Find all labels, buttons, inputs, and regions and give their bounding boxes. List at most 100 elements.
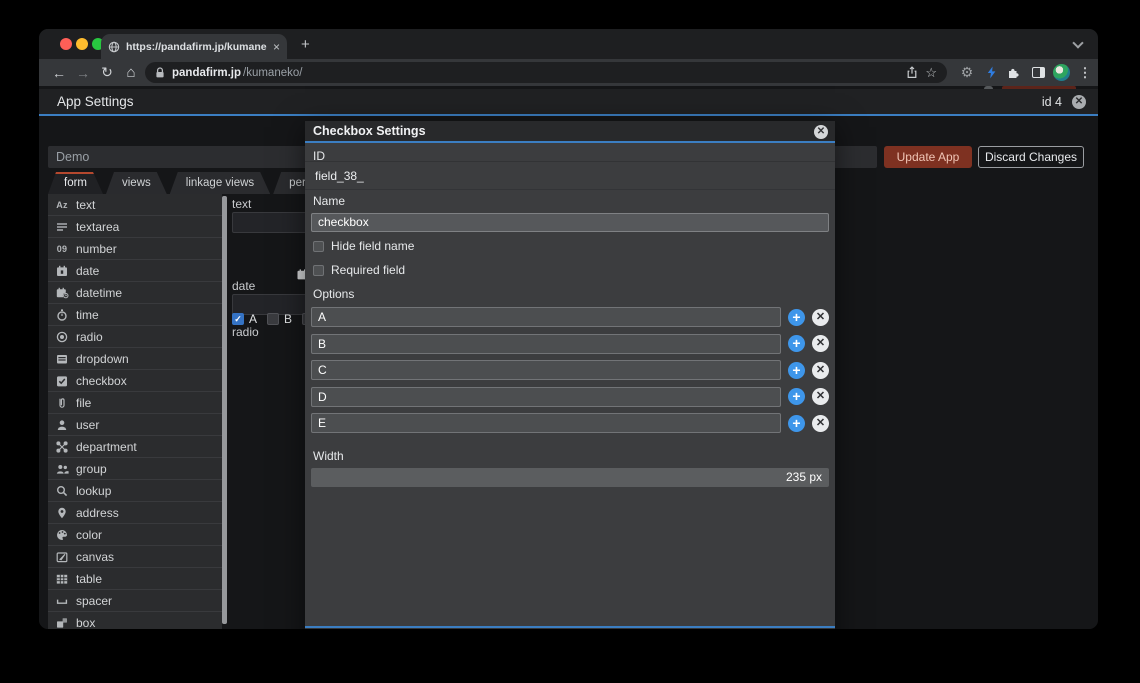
- add-option-button[interactable]: +: [788, 335, 805, 352]
- options-label: Options: [313, 287, 354, 301]
- new-tab-button[interactable]: +: [301, 36, 310, 53]
- preview-date-label: date: [232, 279, 255, 293]
- box-icon: [48, 617, 76, 629]
- checkbox-settings-modal: Checkbox Settings ✕ ID field_38_ Name ch…: [305, 121, 835, 629]
- preview-checkbox-A[interactable]: ✓A: [232, 312, 257, 326]
- modal-checkbox-hide-field-name[interactable]: Hide field name: [313, 239, 414, 253]
- menu-dots-icon[interactable]: ⋮: [1075, 62, 1095, 83]
- modal-checkbox-required-field[interactable]: Required field: [313, 263, 405, 277]
- sidebar-item-label: user: [76, 418, 99, 432]
- close-settings-icon[interactable]: ✕: [1072, 95, 1086, 109]
- back-icon[interactable]: ←: [47, 65, 71, 81]
- sidebar-item-number[interactable]: 09number: [48, 238, 222, 260]
- profile-avatar[interactable]: [1051, 62, 1071, 83]
- bolt-icon[interactable]: [981, 62, 1001, 83]
- cancel-button[interactable]: Cancel: [570, 628, 835, 629]
- gear-icon[interactable]: ⚙: [957, 62, 977, 83]
- reload-icon[interactable]: ↻: [95, 64, 119, 81]
- remove-option-button[interactable]: ✕: [812, 335, 829, 352]
- address-path: /kumaneko/: [243, 67, 302, 79]
- option-input[interactable]: E: [311, 413, 781, 433]
- sidebar-item-time[interactable]: time: [48, 304, 222, 326]
- sidebar-item-lookup[interactable]: lookup: [48, 480, 222, 502]
- discard-changes-button[interactable]: Discard Changes: [978, 146, 1084, 168]
- sidebar-scrollbar[interactable]: [222, 196, 227, 626]
- sidebar-item-department[interactable]: department: [48, 436, 222, 458]
- option-input[interactable]: A: [311, 307, 781, 327]
- preview-checkbox-B[interactable]: B: [267, 312, 292, 326]
- options-list: A + ✕ B + ✕ C + ✕ D + ✕ E + ✕: [311, 307, 829, 440]
- remove-option-button[interactable]: ✕: [812, 415, 829, 432]
- sidebar-item-label: canvas: [76, 550, 114, 564]
- forward-icon[interactable]: →: [71, 65, 95, 81]
- tab-title: https://pandafirm.jp/kumaneko: [126, 41, 267, 53]
- sidebar-item-label: checkbox: [76, 374, 127, 388]
- option-input[interactable]: D: [311, 387, 781, 407]
- sidebar-item-date[interactable]: date: [48, 260, 222, 282]
- page-header: App Settings id 4 ✕: [39, 89, 1098, 116]
- checked-checkbox-icon[interactable]: ✓: [232, 313, 244, 325]
- time-icon: [48, 309, 76, 321]
- unchecked-checkbox-icon[interactable]: [313, 241, 324, 252]
- tab-views[interactable]: views: [106, 172, 167, 194]
- sidebar-item-dropdown[interactable]: dropdown: [48, 348, 222, 370]
- traffic-light-minimize[interactable]: [76, 38, 88, 50]
- modal-title: Checkbox Settings: [313, 124, 426, 138]
- page-content: App Settings id 4 ✕ Demo Update App Disc…: [39, 86, 1098, 629]
- sidebar-item-file[interactable]: file: [48, 392, 222, 414]
- tab-form[interactable]: form: [48, 172, 103, 194]
- option-input[interactable]: C: [311, 360, 781, 380]
- add-option-button[interactable]: +: [788, 415, 805, 432]
- sidebar-item-table[interactable]: table: [48, 568, 222, 590]
- sidebar-item-label: spacer: [76, 594, 112, 608]
- scrollbar-thumb[interactable]: [222, 196, 227, 624]
- chevron-down-icon[interactable]: [1072, 37, 1083, 48]
- sidebar-item-color[interactable]: color: [48, 524, 222, 546]
- sidebar-item-label: datetime: [76, 286, 122, 300]
- sidebar-item-label: date: [76, 264, 99, 278]
- sidebar-item-datetime[interactable]: datetime: [48, 282, 222, 304]
- modal-close-icon[interactable]: ✕: [814, 125, 828, 139]
- home-icon[interactable]: ⌂: [119, 64, 143, 81]
- add-option-button[interactable]: +: [788, 388, 805, 405]
- update-app-button[interactable]: Update App: [884, 146, 972, 168]
- width-input[interactable]: 235 px: [311, 468, 829, 487]
- traffic-light-close[interactable]: [60, 38, 72, 50]
- sidebar-item-box[interactable]: box: [48, 612, 222, 629]
- browser-tab[interactable]: https://pandafirm.jp/kumaneko ×: [101, 34, 287, 59]
- sidebar-item-textarea[interactable]: textarea: [48, 216, 222, 238]
- remove-option-button[interactable]: ✕: [812, 388, 829, 405]
- sidebar-item-radio[interactable]: radio: [48, 326, 222, 348]
- unchecked-checkbox-icon[interactable]: [267, 313, 279, 325]
- ok-button[interactable]: OK: [305, 628, 570, 629]
- side-panel-icon[interactable]: [1028, 62, 1048, 83]
- sidebar-item-text[interactable]: Aztext: [48, 194, 222, 216]
- extensions-puzzle-icon[interactable]: [1003, 62, 1023, 83]
- remove-option-button[interactable]: ✕: [812, 362, 829, 379]
- field-name-input[interactable]: checkbox: [311, 213, 829, 232]
- tab-close-icon[interactable]: ×: [273, 41, 280, 53]
- table-icon: [48, 573, 76, 585]
- remove-option-button[interactable]: ✕: [812, 309, 829, 326]
- sidebar-item-checkbox[interactable]: checkbox: [48, 370, 222, 392]
- sidebar-item-canvas[interactable]: canvas: [48, 546, 222, 568]
- share-icon[interactable]: [906, 66, 918, 79]
- address-bar[interactable]: pandafirm.jp /kumaneko/ ☆: [145, 62, 947, 83]
- width-label: Width: [313, 449, 344, 463]
- unchecked-checkbox-icon[interactable]: [313, 265, 324, 276]
- add-option-button[interactable]: +: [788, 309, 805, 326]
- sidebar-item-spacer[interactable]: spacer: [48, 590, 222, 612]
- sidebar-item-user[interactable]: user: [48, 414, 222, 436]
- tab-linkage-views[interactable]: linkage views: [170, 172, 270, 194]
- sidebar-item-group[interactable]: group: [48, 458, 222, 480]
- sidebar-item-label: color: [76, 528, 102, 542]
- globe-icon: [108, 41, 120, 53]
- add-option-button[interactable]: +: [788, 362, 805, 379]
- bookmark-star-icon[interactable]: ☆: [925, 65, 937, 81]
- sidebar-item-address[interactable]: address: [48, 502, 222, 524]
- browser-window: https://pandafirm.jp/kumaneko × + ← → ↻ …: [39, 29, 1098, 629]
- radio-icon: [48, 331, 76, 343]
- number-icon: 09: [48, 244, 76, 254]
- option-input[interactable]: B: [311, 334, 781, 354]
- sidebar-item-label: department: [76, 440, 137, 454]
